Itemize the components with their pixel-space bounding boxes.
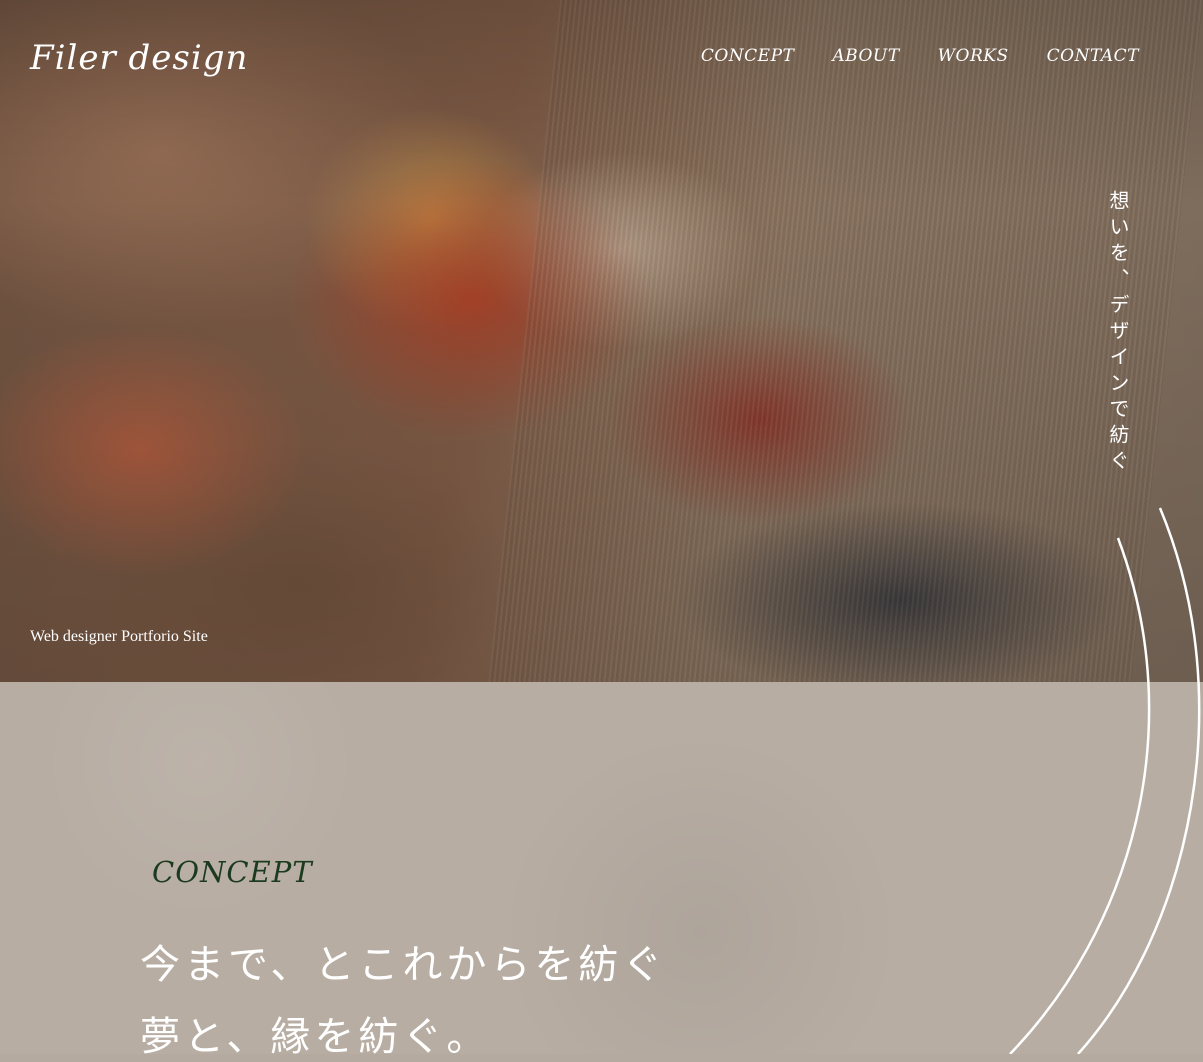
concept-section: CONCEPT 今まで、とこれからを紡ぐ 夢と、縁を紡ぐ。 bbox=[0, 682, 1203, 1060]
nav-about[interactable]: ABOUT bbox=[832, 46, 899, 66]
hero-tagline: Web designer Portforio Site bbox=[30, 628, 208, 645]
hero-overlay bbox=[0, 0, 1203, 682]
nav-contact[interactable]: CONTACT bbox=[1047, 46, 1139, 66]
site-logo[interactable]: Filer design bbox=[30, 38, 248, 78]
nav-works[interactable]: WORKS bbox=[938, 46, 1009, 66]
nav-concept[interactable]: CONCEPT bbox=[701, 46, 795, 66]
main-nav: CONCEPT ABOUT WORKS CONTACT bbox=[701, 46, 1139, 66]
concept-line-1: 今まで、とこれからを紡ぐ bbox=[140, 942, 667, 988]
concept-line-2: 夢と、縁を紡ぐ。 bbox=[140, 1014, 491, 1060]
hero-image: Filer design CONCEPT ABOUT WORKS CONTACT… bbox=[0, 0, 1203, 682]
concept-title: CONCEPT bbox=[152, 855, 313, 889]
hero-vertical-copy: 想いを、デザインで紡ぐ bbox=[1106, 190, 1130, 476]
